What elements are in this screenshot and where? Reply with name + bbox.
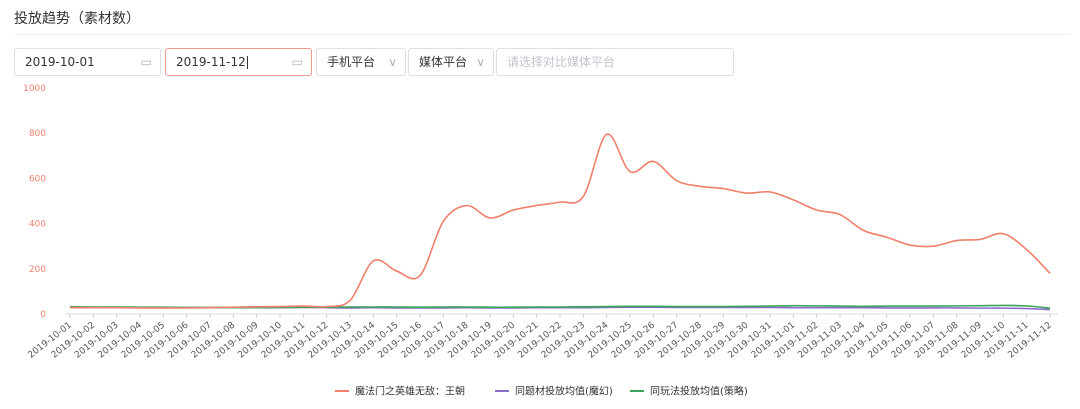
y-axis: 0 200 400 600 800 1000 — [23, 84, 46, 320]
legend-item[interactable]: 同题材投放均值(魔幻) — [495, 385, 613, 398]
chart-legend: 魔法门之英雄无敌：王朝 同题材投放均值(魔幻) 同玩法投放均值(策略) — [335, 385, 748, 398]
chart-series — [69, 133, 1051, 311]
y-tick-label: 200 — [29, 265, 46, 275]
legend-label: 同玩法投放均值(策略) — [650, 385, 748, 398]
y-tick-label: 600 — [29, 174, 46, 184]
legend-item[interactable]: 魔法门之英雄无敌：王朝 — [335, 385, 465, 398]
series-line — [70, 133, 1051, 309]
y-tick-label: 800 — [29, 129, 46, 139]
y-tick-label: 1000 — [23, 84, 46, 94]
y-tick-label: 400 — [29, 220, 46, 230]
legend-label: 魔法门之英雄无敌：王朝 — [355, 385, 465, 398]
trend-chart: 0 200 400 600 800 1000 2019-10-012019-10-0220… — [23, 84, 1058, 398]
legend-label: 同题材投放均值(魔幻) — [515, 385, 613, 398]
legend-item[interactable]: 同玩法投放均值(策略) — [630, 385, 748, 398]
x-axis: 2019-10-012019-10-022019-10-032019-10-04… — [26, 314, 1054, 361]
y-tick-label: 0 — [40, 310, 46, 320]
